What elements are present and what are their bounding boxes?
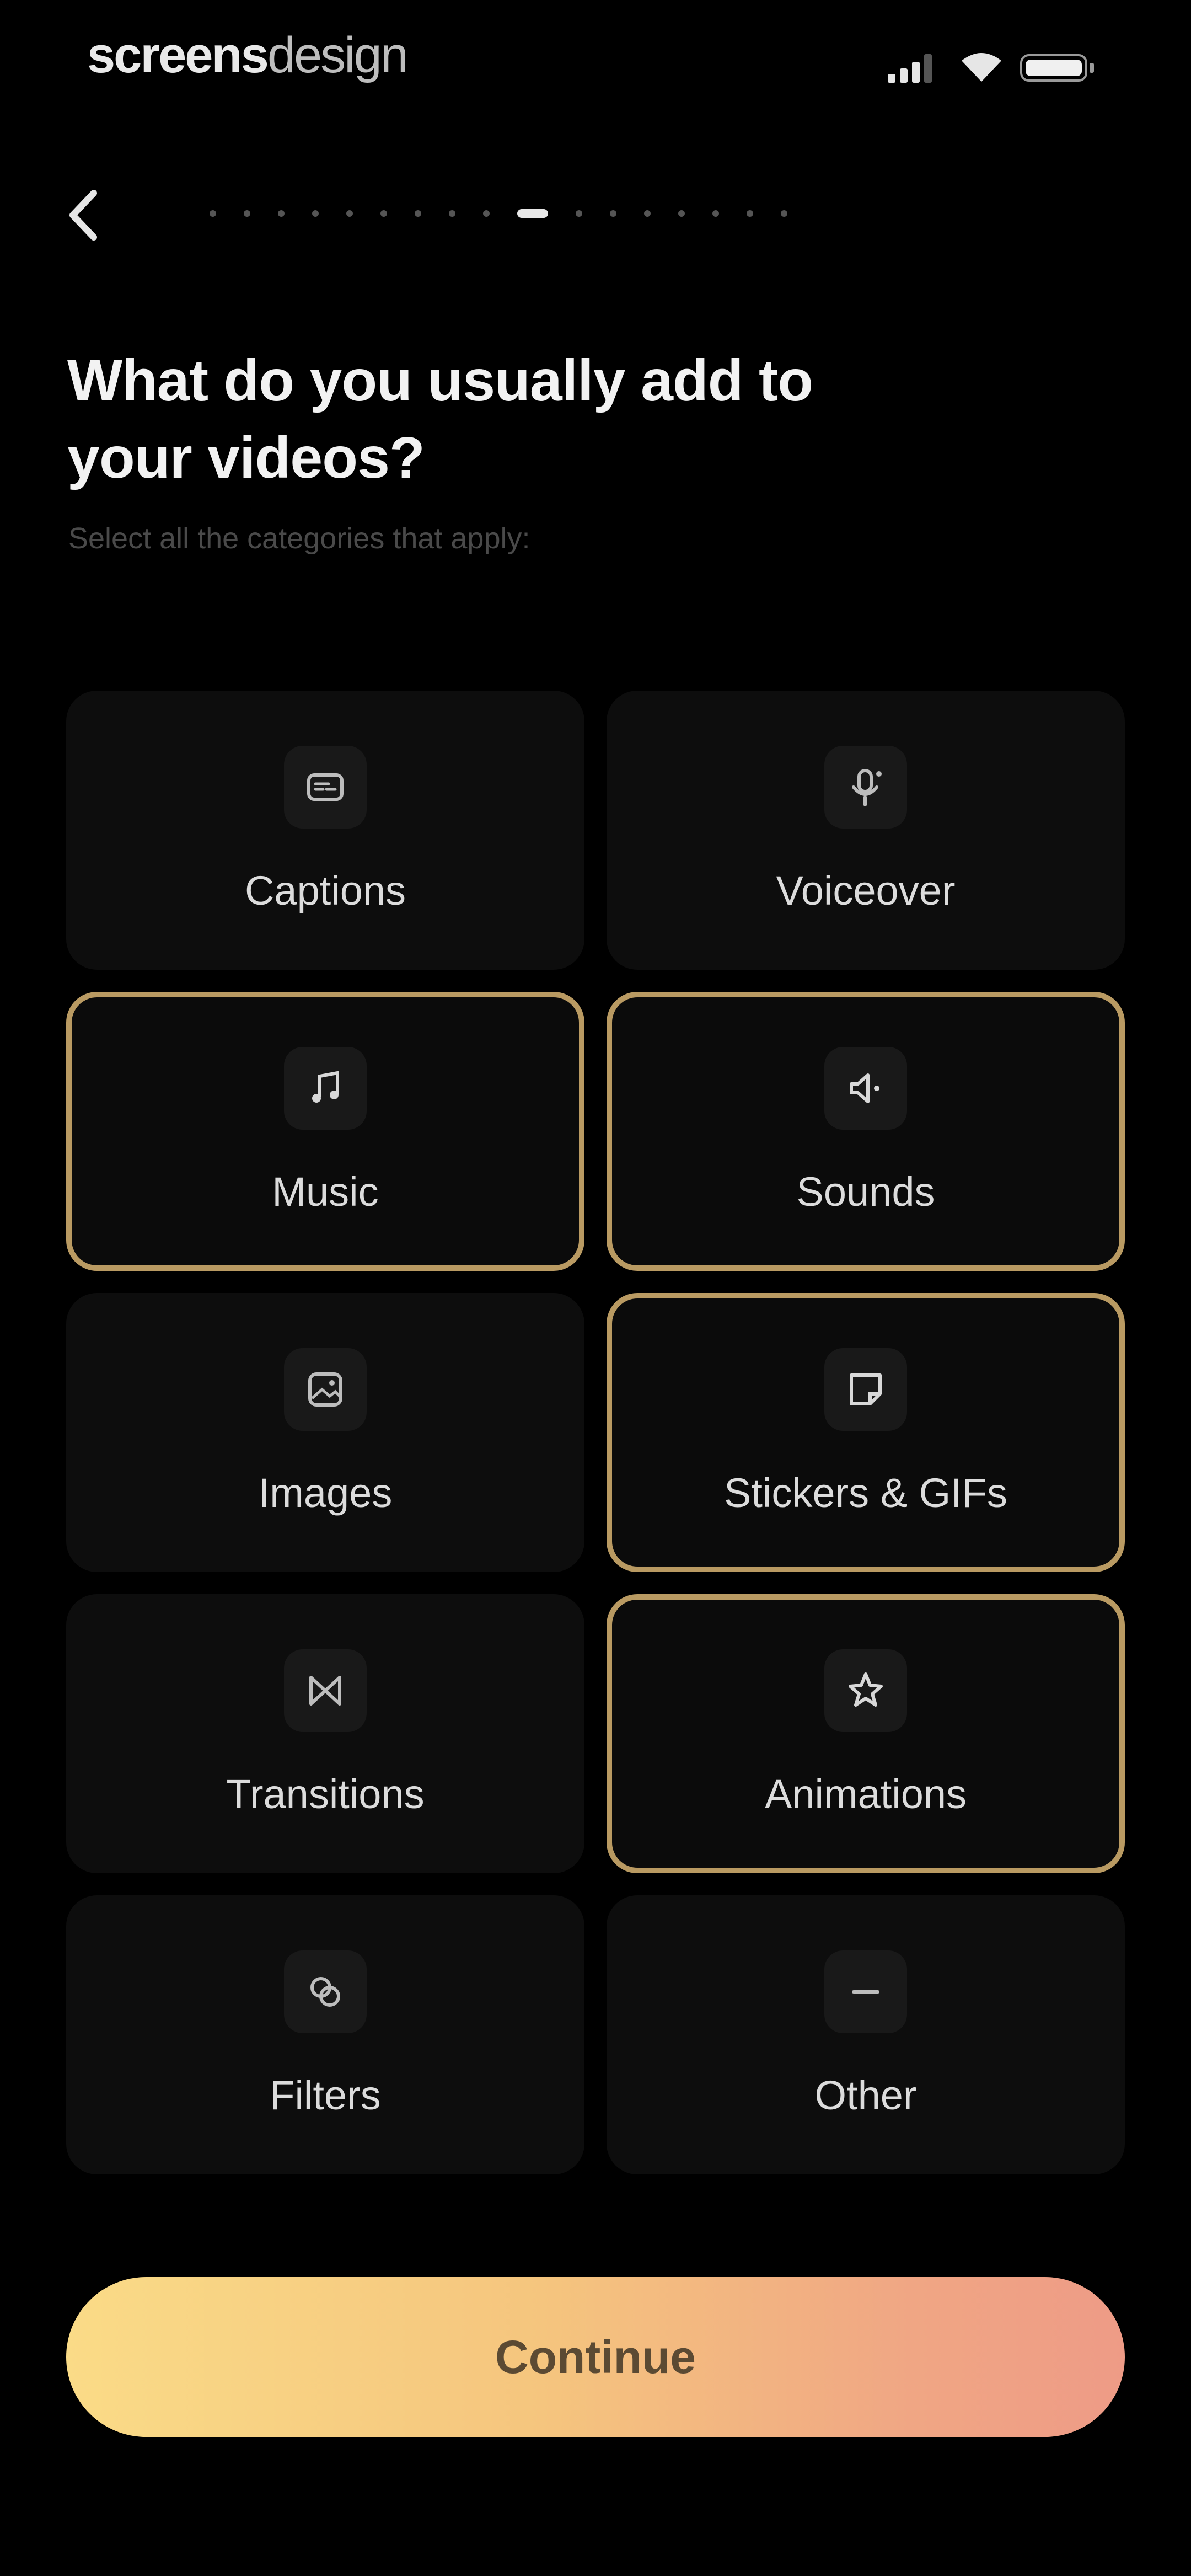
page-title-line-2: your videos? bbox=[67, 425, 425, 490]
page-title-line-1: What do you usually add to bbox=[67, 348, 813, 413]
progress-dot bbox=[781, 210, 787, 217]
option-label: Filters bbox=[270, 2072, 381, 2118]
brand-logo: screensdesign bbox=[87, 26, 409, 84]
sticker-icon bbox=[824, 1348, 907, 1431]
chevron-left-icon bbox=[69, 190, 97, 241]
progress-dot bbox=[380, 210, 387, 217]
dash-icon bbox=[824, 1950, 907, 2033]
option-card-filters[interactable]: Filters bbox=[66, 1895, 584, 2174]
option-card-other[interactable]: Other bbox=[607, 1895, 1125, 2174]
progress-dot bbox=[415, 210, 421, 217]
music-note-icon bbox=[284, 1047, 367, 1130]
continue-button-label: Continue bbox=[495, 2331, 696, 2383]
microphone-icon bbox=[824, 746, 907, 829]
progress-dot bbox=[576, 210, 582, 217]
sparkle-icon bbox=[824, 1649, 907, 1732]
progress-dot bbox=[610, 210, 616, 217]
progress-dot bbox=[712, 210, 719, 217]
option-label: Music bbox=[272, 1169, 379, 1215]
system-icons bbox=[888, 51, 1108, 89]
page-title: What do you usually add to your videos? bbox=[67, 342, 894, 496]
option-card-voiceover[interactable]: Voiceover bbox=[607, 691, 1125, 970]
option-label: Stickers & GIFs bbox=[724, 1470, 1007, 1516]
progress-dot bbox=[678, 210, 685, 217]
option-card-transitions[interactable]: Transitions bbox=[66, 1594, 584, 1873]
captions-icon bbox=[284, 746, 367, 829]
progress-dot bbox=[244, 210, 250, 217]
option-label: Images bbox=[258, 1470, 393, 1516]
option-label: Sounds bbox=[796, 1169, 935, 1215]
option-card-animations[interactable]: Animations bbox=[607, 1594, 1125, 1873]
back-button[interactable] bbox=[55, 182, 116, 248]
step-progress-indicator bbox=[210, 207, 788, 220]
category-options-grid: Captions Voiceover Music Sounds Images S… bbox=[66, 691, 1125, 2174]
status-bar: screensdesign bbox=[0, 0, 1191, 121]
progress-dot bbox=[278, 210, 285, 217]
progress-dot bbox=[210, 210, 216, 217]
progress-dot bbox=[483, 210, 490, 217]
option-card-captions[interactable]: Captions bbox=[66, 691, 584, 970]
option-card-images[interactable]: Images bbox=[66, 1293, 584, 1572]
transition-icon bbox=[284, 1649, 367, 1732]
image-icon bbox=[284, 1348, 367, 1431]
option-card-stickers-gifs[interactable]: Stickers & GIFs bbox=[607, 1293, 1125, 1572]
progress-dot bbox=[312, 210, 319, 217]
option-card-music[interactable]: Music bbox=[66, 992, 584, 1271]
continue-button[interactable]: Continue bbox=[66, 2277, 1125, 2437]
filters-icon bbox=[284, 1950, 367, 2033]
option-label: Captions bbox=[244, 868, 406, 913]
option-label: Animations bbox=[764, 1771, 967, 1817]
option-label: Voiceover bbox=[776, 868, 956, 913]
progress-dot bbox=[346, 210, 353, 217]
option-label: Other bbox=[814, 2072, 917, 2118]
option-label: Transitions bbox=[226, 1771, 425, 1817]
battery-icon bbox=[1020, 54, 1094, 82]
wifi-icon bbox=[962, 53, 1001, 82]
option-card-sounds[interactable]: Sounds bbox=[607, 992, 1125, 1271]
progress-dot bbox=[747, 210, 753, 217]
page-subtitle: Select all the categories that apply: bbox=[68, 522, 530, 555]
progress-dot-active bbox=[517, 209, 548, 218]
progress-dot bbox=[449, 210, 455, 217]
speaker-icon bbox=[824, 1047, 907, 1130]
brand-part-2: design bbox=[267, 27, 409, 83]
progress-dot bbox=[644, 210, 651, 217]
signal-icon bbox=[888, 54, 932, 83]
brand-part-1: screens bbox=[87, 27, 269, 83]
